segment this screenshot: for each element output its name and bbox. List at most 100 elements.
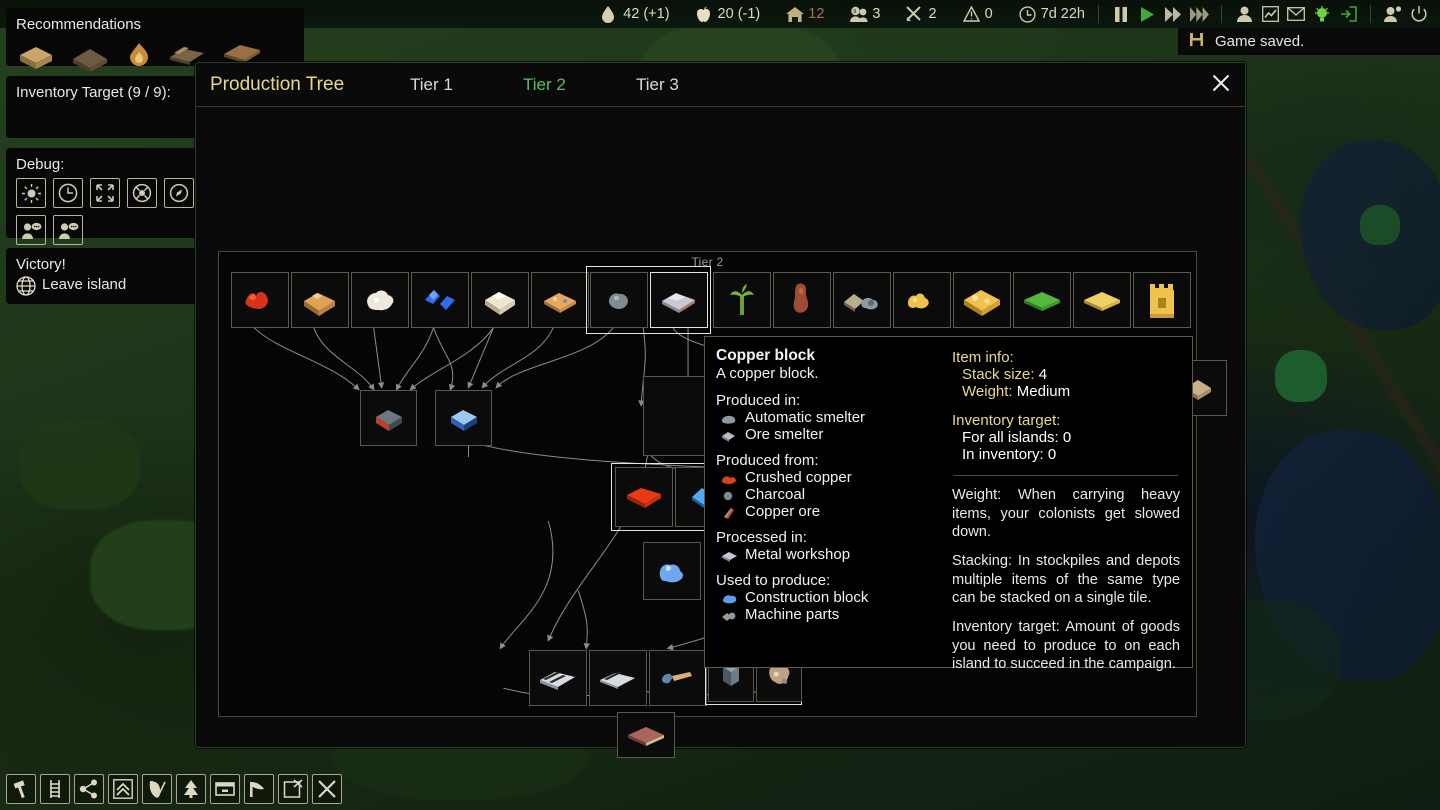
resource-housing[interactable]: 12 <box>786 6 824 23</box>
tier-tab-strip: Tier 1 Tier 2 Tier 3 <box>410 75 749 95</box>
tab-tier-1[interactable]: Tier 1 <box>410 75 523 95</box>
quartz-sprite <box>360 285 400 315</box>
tooltip-list-item[interactable]: Crushed copper <box>716 469 934 486</box>
resource-food[interactable]: 20 (-1) <box>696 6 761 23</box>
globe-icon <box>16 276 33 293</box>
power-button[interactable] <box>1406 3 1432 25</box>
logistics-button[interactable] <box>74 774 104 804</box>
steel-plates-sprite <box>597 667 639 689</box>
resource-colonists-value: 3 <box>872 6 880 22</box>
recommendations-title: Recommendations <box>16 16 294 33</box>
pause-button[interactable] <box>1108 3 1134 25</box>
section-heading: Processed in: <box>716 529 934 546</box>
charcoal-icon <box>720 489 737 501</box>
copper-sand-sprite <box>539 287 581 313</box>
tree-item-node[interactable] <box>617 712 675 758</box>
clock-icon <box>1019 6 1036 23</box>
gold-tower-sprite <box>1144 280 1180 320</box>
tree-item-node[interactable] <box>649 650 707 706</box>
tooltip-list-item[interactable]: Ore smelter <box>716 426 934 443</box>
tree-item-node[interactable] <box>1133 272 1191 328</box>
build-button[interactable] <box>6 774 36 804</box>
tooltip-list-item[interactable]: Metal workshop <box>716 546 934 563</box>
tree-item-node[interactable] <box>231 272 289 328</box>
tree-item-node[interactable] <box>435 390 492 446</box>
priority-button[interactable] <box>108 774 138 804</box>
divider <box>1098 5 1099 23</box>
tab-tier-2[interactable]: Tier 2 <box>523 75 636 95</box>
resource-time[interactable]: 7d 22h <box>1019 6 1085 23</box>
tree-item-node[interactable] <box>953 272 1011 328</box>
debug-compass-button[interactable] <box>164 178 194 208</box>
tree-item-node[interactable] <box>471 272 529 328</box>
resource-water[interactable]: 42 (+1) <box>601 6 669 23</box>
debug-button-grid <box>16 178 216 245</box>
tree-item-node[interactable] <box>411 272 469 328</box>
tree-item-node[interactable] <box>529 650 587 706</box>
tooltip-section-produced-from: Produced from: Crushed copper Charcoal <box>716 452 934 520</box>
tree-item-node[interactable] <box>360 390 417 446</box>
tooltip-list-item[interactable]: Machine parts <box>716 606 934 623</box>
tree-item-node[interactable] <box>291 272 349 328</box>
recommendation-campfire-icon[interactable] <box>124 41 158 75</box>
tree-item-node[interactable] <box>773 272 831 328</box>
forestry-button[interactable] <box>176 774 206 804</box>
tree-item-node[interactable] <box>893 272 951 328</box>
scaffold-button[interactable] <box>40 774 70 804</box>
resource-colonists[interactable]: 9 3 <box>850 6 880 23</box>
tab-tier-3[interactable]: Tier 3 <box>636 75 749 95</box>
chop-button[interactable] <box>244 774 274 804</box>
debug-time-button[interactable] <box>53 178 83 208</box>
red-tile-sprite <box>624 724 668 746</box>
tree-item-node[interactable] <box>531 272 589 328</box>
fast-forward-button[interactable] <box>1160 3 1186 25</box>
tooltip-list-item[interactable]: Automatic smelter <box>716 409 934 426</box>
close-x-icon[interactable] <box>1211 73 1231 97</box>
resource-alerts[interactable]: 0 <box>963 6 993 23</box>
tree-item-node[interactable] <box>833 272 891 328</box>
inventory-target-value: 0 <box>1048 446 1056 463</box>
storage-button[interactable] <box>210 774 240 804</box>
recommendation-hut-icon[interactable] <box>70 41 114 75</box>
tooltip-list-label: Crushed copper <box>745 469 852 486</box>
colonists-button[interactable] <box>1231 3 1257 25</box>
cancel-button[interactable] <box>312 774 342 804</box>
resource-military[interactable]: 2 <box>906 6 936 23</box>
tree-item-node[interactable] <box>713 272 771 328</box>
debug-sun-button[interactable] <box>16 178 46 208</box>
section-heading: Used to produce: <box>716 572 934 589</box>
hints-button[interactable] <box>1309 3 1335 25</box>
ultra-speed-button[interactable] <box>1186 3 1212 25</box>
tooltip-list-item[interactable]: Charcoal <box>716 486 934 503</box>
tooltip-list-label: Machine parts <box>745 606 839 623</box>
item-info-row: Stack size: 4 <box>952 366 1180 383</box>
crushed-copper-icon <box>720 472 737 484</box>
tooltip-list-item[interactable]: Copper ore <box>716 503 934 520</box>
tree-item-node-coal[interactable] <box>590 272 648 328</box>
tree-item-node[interactable] <box>351 272 409 328</box>
colonists-icon: 9 <box>850 6 867 23</box>
tree-item-node-copper-block[interactable] <box>650 272 708 328</box>
mail-button[interactable] <box>1283 3 1309 25</box>
deselect-button[interactable] <box>278 774 308 804</box>
statistics-button[interactable] <box>1257 3 1283 25</box>
debug-talk-button[interactable] <box>16 215 46 245</box>
social-button[interactable] <box>1380 3 1406 25</box>
play-button[interactable] <box>1134 3 1160 25</box>
leave-island-button[interactable] <box>1335 3 1361 25</box>
recommendation-crate-icon[interactable] <box>16 41 60 75</box>
harvest-button[interactable] <box>142 774 172 804</box>
debug-talk2-button[interactable] <box>53 215 83 245</box>
tooltip-list-label: Copper ore <box>745 503 820 520</box>
tree-item-node[interactable] <box>1013 272 1071 328</box>
debug-expand-button[interactable] <box>90 178 120 208</box>
tree-item-node[interactable] <box>1073 272 1131 328</box>
debug-disable-button[interactable] <box>127 178 157 208</box>
tree-item-node[interactable] <box>643 542 701 600</box>
tree-item-node[interactable] <box>589 650 647 706</box>
resource-water-value: 42 (+1) <box>623 6 669 22</box>
tooltip-list-item[interactable]: Construction block <box>716 589 934 606</box>
resource-food-value: 20 (-1) <box>718 6 761 22</box>
item-info-key: Stack size: <box>962 366 1035 383</box>
tree-item-node[interactable] <box>615 467 673 527</box>
